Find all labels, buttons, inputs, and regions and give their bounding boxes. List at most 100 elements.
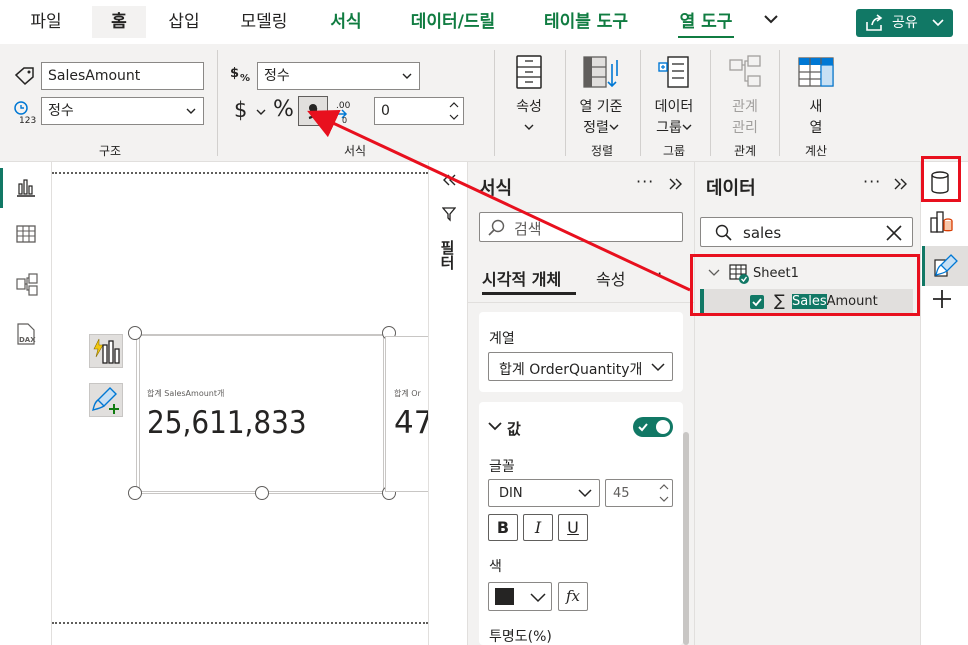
tab-insert[interactable]: 삽입 bbox=[156, 6, 212, 38]
view-switcher: DAX bbox=[0, 162, 52, 645]
manage-relationships-button: 관계 관리 bbox=[716, 54, 774, 139]
spinner-arrows-icon[interactable] bbox=[659, 480, 669, 510]
currency-button[interactable]: $ bbox=[234, 98, 266, 122]
page-bottom-border bbox=[52, 622, 428, 624]
share-button[interactable]: 공유 bbox=[856, 9, 953, 37]
expand-chevrons-icon[interactable] bbox=[441, 172, 457, 192]
card-visual-sales[interactable]: 합계 SalesAmount개 25,611,833 bbox=[136, 334, 391, 494]
font-family-value: DIN bbox=[499, 486, 523, 501]
name-tag-icon bbox=[14, 66, 36, 90]
font-label: 글꼴 bbox=[489, 459, 515, 475]
report-view-icon[interactable] bbox=[14, 176, 38, 202]
series-label: 계열 bbox=[489, 331, 515, 347]
font-size-input[interactable]: 45 bbox=[605, 479, 673, 507]
table-view-icon[interactable] bbox=[15, 224, 37, 248]
properties-button[interactable]: 속성 bbox=[504, 54, 554, 139]
build-visual-button[interactable] bbox=[89, 334, 123, 368]
format-search-input[interactable]: 검색 bbox=[479, 212, 683, 242]
svg-text:DAX: DAX bbox=[19, 336, 36, 344]
bold-button[interactable]: B bbox=[488, 514, 518, 541]
tab-file[interactable]: 파일 bbox=[20, 6, 72, 38]
values-toggle[interactable] bbox=[633, 417, 673, 437]
sort-by-column-label-2: 정렬 bbox=[583, 120, 609, 136]
svg-text:0: 0 bbox=[342, 116, 347, 124]
italic-button[interactable]: I bbox=[523, 514, 553, 541]
values-expand-chevron-icon[interactable] bbox=[487, 418, 503, 438]
card-title: 합계 Or bbox=[394, 389, 421, 398]
tab-home[interactable]: 홈 bbox=[92, 6, 146, 38]
filters-pane-collapsed[interactable]: 필터 bbox=[428, 162, 468, 645]
more-options-icon[interactable]: ··· bbox=[863, 172, 881, 191]
color-label: 색 bbox=[489, 559, 502, 575]
chevron-down-icon bbox=[682, 120, 692, 136]
decimal-places-input[interactable]: 0 bbox=[374, 97, 464, 125]
model-view-icon[interactable] bbox=[15, 272, 39, 300]
tabs-overflow-chevron-icon[interactable] bbox=[762, 10, 780, 32]
sort-by-column-button[interactable]: 열 기준 정렬 bbox=[570, 54, 632, 139]
clear-search-icon[interactable] bbox=[885, 224, 903, 246]
visualizations-build-icon[interactable] bbox=[929, 208, 955, 238]
data-groups-button[interactable]: 데이터 그룹 bbox=[646, 54, 702, 139]
tab-format[interactable]: 서식 bbox=[310, 6, 382, 38]
chevron-down-icon bbox=[256, 102, 266, 127]
color-picker[interactable] bbox=[488, 582, 552, 611]
chevron-down-icon bbox=[504, 118, 554, 139]
collapse-chevrons-icon[interactable] bbox=[893, 176, 909, 196]
resize-handle[interactable] bbox=[255, 486, 269, 500]
comma-icon bbox=[308, 104, 318, 120]
divider bbox=[468, 302, 694, 303]
tab-modeling[interactable]: 모델링 bbox=[228, 6, 300, 38]
font-size-value: 45 bbox=[613, 486, 630, 501]
format-pane-tab-active[interactable] bbox=[922, 246, 968, 286]
share-label: 공유 bbox=[892, 15, 918, 31]
format-dropdown[interactable]: 정수 bbox=[257, 62, 420, 90]
collapse-chevrons-icon[interactable] bbox=[668, 176, 684, 196]
tab-visual[interactable]: 시각적 개체 bbox=[482, 266, 561, 290]
underline-button[interactable]: U bbox=[558, 514, 588, 541]
pane-switcher bbox=[920, 162, 968, 645]
tab-table-tools[interactable]: 테이블 도구 bbox=[524, 6, 648, 38]
chevron-down-icon bbox=[650, 353, 666, 385]
active-view-indicator bbox=[0, 168, 3, 208]
group-label-sort: 정렬 bbox=[590, 144, 614, 158]
share-chevron-icon bbox=[932, 9, 944, 47]
transparency-label: 투명도(%) bbox=[489, 629, 552, 645]
dax-query-view-icon[interactable]: DAX bbox=[14, 322, 38, 350]
check-icon bbox=[638, 423, 648, 432]
new-column-button[interactable]: 새 열 bbox=[788, 54, 844, 139]
comma-style-button[interactable] bbox=[298, 96, 328, 126]
percent-button[interactable]: % bbox=[273, 97, 294, 122]
decimal-increase-button[interactable]: .00 0 bbox=[332, 98, 354, 128]
group-separator bbox=[217, 50, 218, 156]
column-name-input[interactable]: SalesAmount bbox=[41, 62, 204, 90]
chevron-down-icon bbox=[401, 63, 413, 98]
resize-handle[interactable] bbox=[128, 486, 142, 500]
data-search-input[interactable]: sales bbox=[700, 217, 913, 247]
resize-handle[interactable] bbox=[128, 326, 142, 340]
conditional-format-button[interactable]: fx bbox=[558, 582, 588, 611]
values-header: 값 bbox=[507, 420, 521, 438]
series-dropdown[interactable]: 합계 OrderQuantity개 bbox=[488, 352, 673, 381]
tab-general[interactable]: 속성 bbox=[596, 266, 625, 290]
datatype-icon: 123 bbox=[12, 100, 38, 128]
values-section: 값 글꼴 DIN 45 B I U 색 fx 투명도(%) bbox=[479, 402, 683, 645]
highlight-box-field bbox=[690, 254, 920, 316]
group-separator bbox=[494, 50, 495, 156]
build-visual-icon bbox=[93, 338, 120, 364]
data-groups-label-2: 그룹 bbox=[656, 120, 682, 136]
datatype-dropdown[interactable]: 정수 bbox=[41, 97, 204, 125]
report-canvas[interactable]: 합계 SalesAmount개 25,611,833 합계 Or 47 bbox=[52, 162, 445, 645]
toggle-knob bbox=[656, 420, 670, 434]
format-icon: $% bbox=[229, 64, 253, 90]
tab-data-drill[interactable]: 데이터/드릴 bbox=[390, 6, 516, 38]
tab-more-icon[interactable]: ·· bbox=[652, 264, 662, 283]
filters-label: 필터 bbox=[438, 240, 456, 270]
format-visual-button[interactable] bbox=[89, 383, 123, 417]
font-family-dropdown[interactable]: DIN bbox=[488, 479, 600, 507]
scrollbar-thumb[interactable] bbox=[683, 432, 689, 645]
tab-column-tools[interactable]: 열 도구 bbox=[656, 6, 756, 38]
svg-text:123: 123 bbox=[19, 116, 36, 124]
add-pane-plus-icon[interactable] bbox=[931, 288, 953, 314]
spinner-arrows-icon[interactable] bbox=[449, 98, 459, 133]
more-options-icon[interactable]: ··· bbox=[636, 172, 654, 191]
